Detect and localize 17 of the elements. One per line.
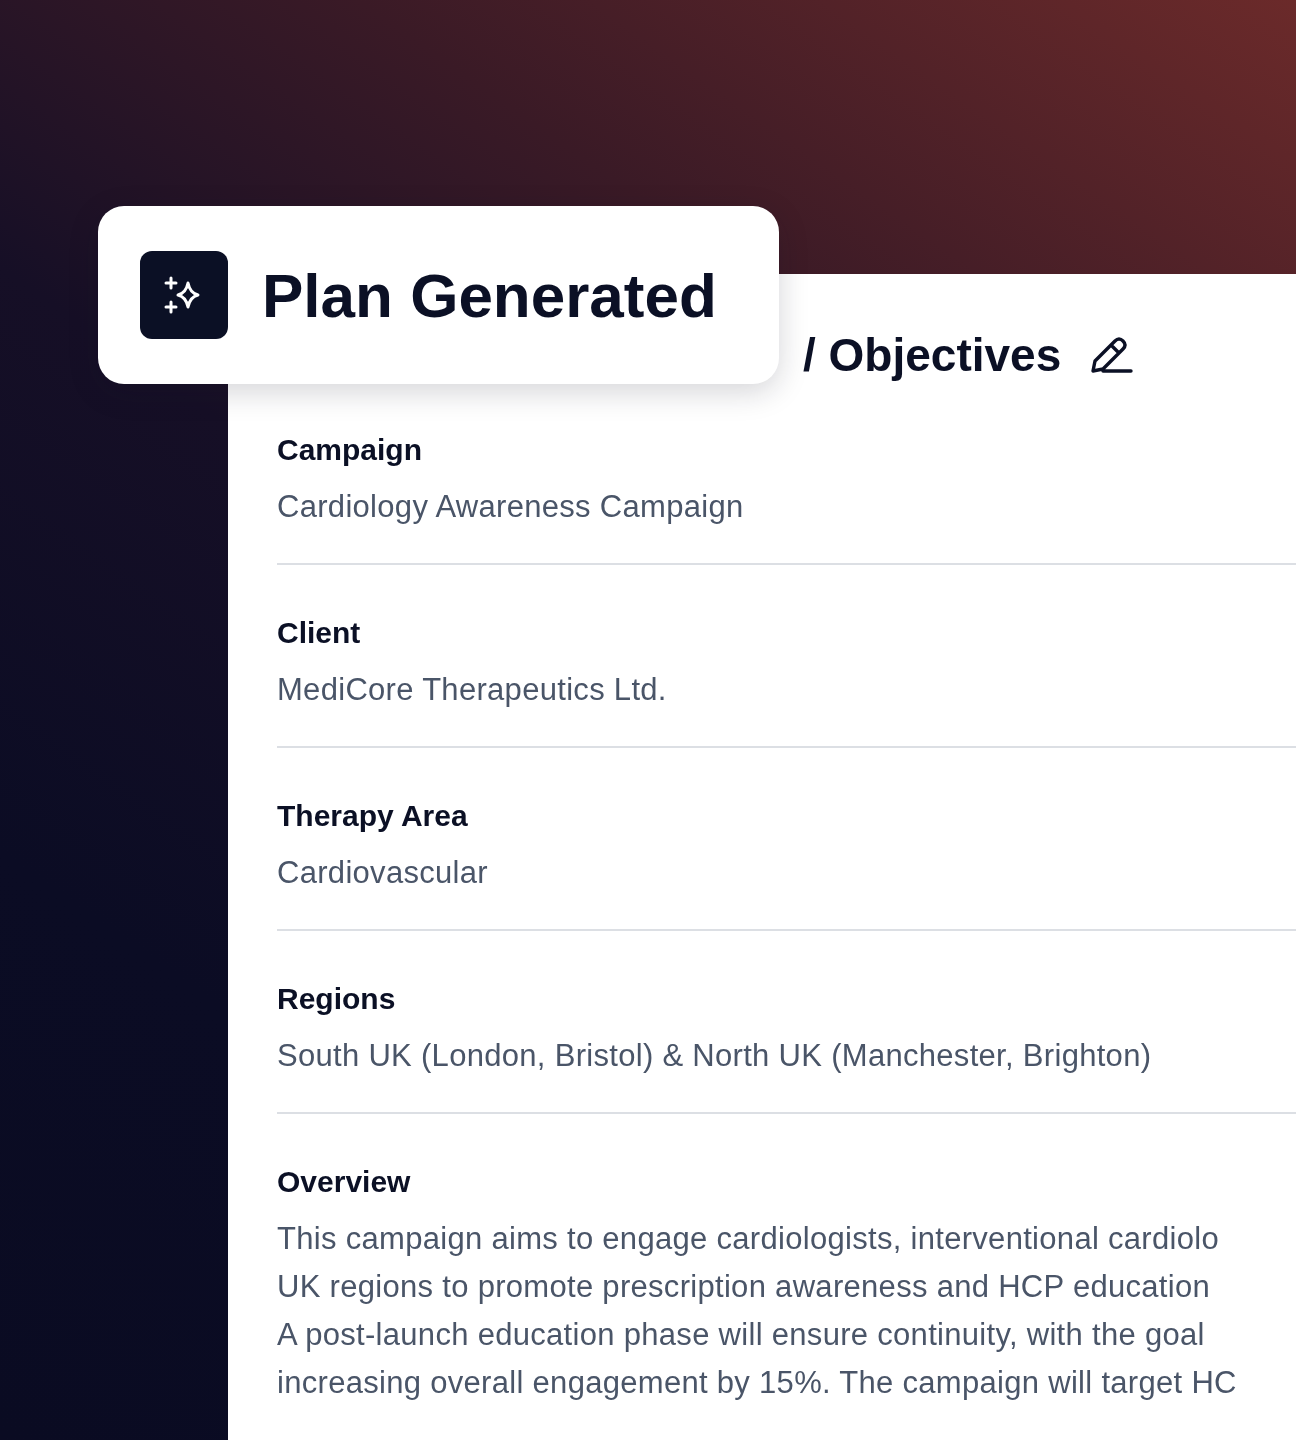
field-label: Therapy Area (277, 798, 469, 834)
overview-text-line: increasing overall engagement by 15%. The campaign will target HC (277, 1364, 1238, 1402)
field-value: Cardiology Awareness Campaign (277, 489, 745, 525)
overview-text-line: A post-launch education phase will ensure continuity, with the goal (277, 1316, 1206, 1354)
field-value: South UK (London, Bristol) & North UK (Manchester, Brighton) (277, 1038, 1153, 1074)
sparkle-icon (140, 251, 228, 339)
overview-text-line: UK regions to promote prescription awareness and HCP education (277, 1268, 1212, 1306)
field-value: MediCore Therapeutics Ltd. (277, 672, 668, 708)
field-label: Client (277, 615, 362, 651)
field-label: Regions (277, 981, 397, 1017)
field-label: Overview (277, 1164, 412, 1200)
toast-title: Plan Generated (262, 259, 717, 331)
field-value: Cardiovascular (277, 855, 489, 891)
edit-icon[interactable] (1089, 335, 1134, 375)
field-label: Campaign (277, 432, 424, 468)
section-heading: / Objectives (803, 328, 1062, 382)
overview-text-line: This campaign aims to engage cardiologists, interventional cardiolo (277, 1220, 1220, 1258)
